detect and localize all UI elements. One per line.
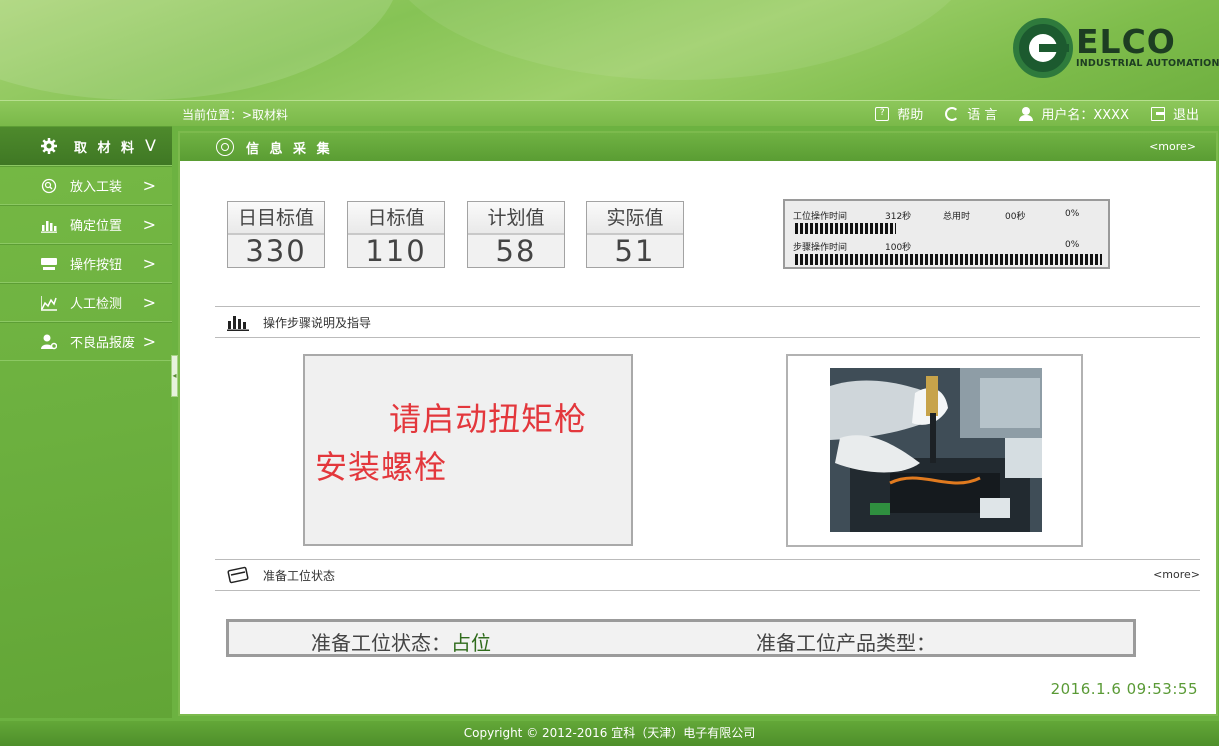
steps-title: 操作步骤说明及指导: [263, 315, 372, 330]
step-percent: 0%: [1065, 240, 1080, 250]
metric-value: 330: [245, 234, 307, 268]
user-gear-icon: [41, 334, 57, 350]
logout-label: 退出: [1172, 108, 1199, 123]
logo-mark-icon: [1013, 18, 1073, 78]
user-icon: [1019, 106, 1034, 121]
metric-daily-target: 日目标值 330: [227, 201, 325, 268]
step-time-progress: [795, 254, 1102, 265]
metric-label: 计划值: [468, 202, 564, 235]
header-decoration: [0, 0, 400, 100]
metric-label: 日目标值: [228, 202, 324, 235]
elco-logo: ELCO INDUSTRIAL AUTOMATION: [1013, 18, 1219, 80]
assembly-photo: [830, 368, 1042, 532]
sidebar-item-label: 操作按钮: [70, 258, 123, 273]
sidebar-item-label: 不良品报废: [70, 336, 136, 351]
breadcrumb: 当前位置：>取材料: [182, 108, 289, 122]
station-section-header: 准备工位状态 <more>: [215, 559, 1200, 591]
instruction-line1: 请启动扭矩枪: [389, 400, 588, 438]
station-status: 准备工位状态：占位: [311, 627, 491, 656]
station-status-label: 准备工位状态：: [311, 631, 451, 655]
sidebar-item-label: 人工检测: [70, 297, 123, 312]
chevron-right-icon: >: [142, 293, 156, 312]
chevron-right-icon: >: [142, 215, 156, 234]
total-time-label: 总用时: [943, 212, 971, 222]
product-type-label: 准备工位产品类型：: [756, 631, 936, 655]
logout-icon: [1150, 106, 1165, 121]
step-time-value: 100秒: [885, 243, 912, 253]
metric-target: 日标值 110: [347, 201, 445, 268]
metric-value: 51: [614, 234, 656, 268]
sidebar-item-take-material[interactable]: 取 材 料 V: [0, 126, 172, 166]
sidebar-item-label: 放入工装: [70, 180, 123, 195]
metric-plan: 计划值 58: [467, 201, 565, 268]
area-chart-icon: [41, 296, 57, 311]
logo-text: ELCO: [1076, 22, 1176, 61]
bar-chart-icon: [227, 316, 249, 331]
station-time-value: 312秒: [885, 212, 912, 222]
refresh-icon: [945, 106, 960, 121]
breadcrumb-bar: 当前位置：>取材料 ? 帮助 语 言 用户名：XXXX 退出: [0, 100, 1219, 126]
logo-subtitle: INDUSTRIAL AUTOMATION: [1076, 58, 1219, 69]
footer-copyright: Copyright © 2012-2016 宜科（天津）电子有限公司: [0, 721, 1219, 746]
language-link[interactable]: 语 言: [945, 104, 997, 123]
station-percent: 0%: [1065, 209, 1080, 219]
instruction-panel: 请启动扭矩枪 安装螺栓: [303, 354, 633, 546]
help-label: 帮助: [897, 108, 924, 123]
steps-section-header: 操作步骤说明及指导: [215, 306, 1200, 338]
language-label: 语 言: [967, 108, 998, 123]
chevron-right-icon: >: [142, 176, 156, 195]
header-decoration: [380, 0, 980, 80]
logout-link[interactable]: 退出: [1150, 104, 1199, 123]
metric-value: 110: [365, 234, 427, 268]
monitor-icon: [41, 258, 57, 270]
datetime: 2016.1.6 09:53:55: [1050, 680, 1198, 698]
metric-actual: 实际值 51: [586, 201, 684, 268]
station-time-progress: [795, 223, 896, 234]
sidebar-item-confirm-position[interactable]: 确定位置 >: [0, 205, 172, 244]
panel-title: 信 息 采 集: [246, 141, 333, 157]
more-link[interactable]: <more>: [1149, 140, 1196, 153]
card-icon: [227, 566, 249, 584]
help-link[interactable]: ? 帮助: [875, 104, 923, 123]
search-icon: [41, 178, 57, 194]
station-title: 准备工位状态: [263, 568, 336, 583]
gear-icon: [41, 138, 57, 154]
sidebar-item-operation-buttons[interactable]: 操作按钮 >: [0, 244, 172, 283]
metric-value: 58: [495, 234, 537, 268]
sidebar-item-label: 确定位置: [70, 219, 123, 234]
station-time-label: 工位操作时间: [793, 212, 848, 222]
sidebar-item-scrap-defective[interactable]: 不良品报废 >: [0, 322, 172, 361]
help-icon: ?: [875, 106, 890, 121]
step-time-label: 步骤操作时间: [793, 243, 848, 253]
sidebar-item-load-fixture[interactable]: 放入工装 >: [0, 166, 172, 205]
username-label: 用户名：XXXX: [1041, 108, 1129, 123]
station-status-box: 准备工位状态：占位 准备工位产品类型：: [226, 619, 1136, 657]
total-time-value: 00秒: [1005, 212, 1026, 222]
station-status-value: 占位: [451, 631, 491, 655]
sidebar-item-label: 取 材 料: [74, 140, 138, 156]
bar-chart-icon: [41, 221, 57, 233]
main-panel: 信 息 采 集 <more> 日目标值 330 日标值 110 计划值 58 实…: [178, 131, 1218, 716]
chevron-right-icon: >: [142, 332, 156, 351]
search-icon: [216, 138, 234, 156]
user-info[interactable]: 用户名：XXXX: [1019, 104, 1129, 123]
sidebar-item-manual-inspection[interactable]: 人工检测 >: [0, 283, 172, 322]
metric-label: 日标值: [348, 202, 444, 235]
sidebar-collapse-handle[interactable]: ◂: [171, 355, 178, 397]
sidebar: 取 材 料 V 放入工装 > 确定位置 > 操作按钮 > 人工检测 > 不良品报…: [0, 126, 172, 718]
metric-label: 实际值: [587, 202, 683, 235]
guide-photo-frame: [786, 354, 1083, 547]
station-more-link[interactable]: <more>: [1153, 568, 1200, 581]
panel-header: 信 息 采 集 <more>: [180, 133, 1216, 161]
instruction-line2: 安装螺栓: [315, 448, 448, 486]
top-nav: ? 帮助 语 言 用户名：XXXX 退出: [853, 104, 1199, 123]
timer-panel: 工位操作时间 312秒 总用时 00秒 0% 步骤操作时间 100秒 0%: [783, 199, 1110, 269]
header-banner: ELCO INDUSTRIAL AUTOMATION: [0, 0, 1219, 100]
chevron-right-icon: >: [142, 254, 156, 273]
chevron-down-icon: V: [145, 136, 156, 155]
